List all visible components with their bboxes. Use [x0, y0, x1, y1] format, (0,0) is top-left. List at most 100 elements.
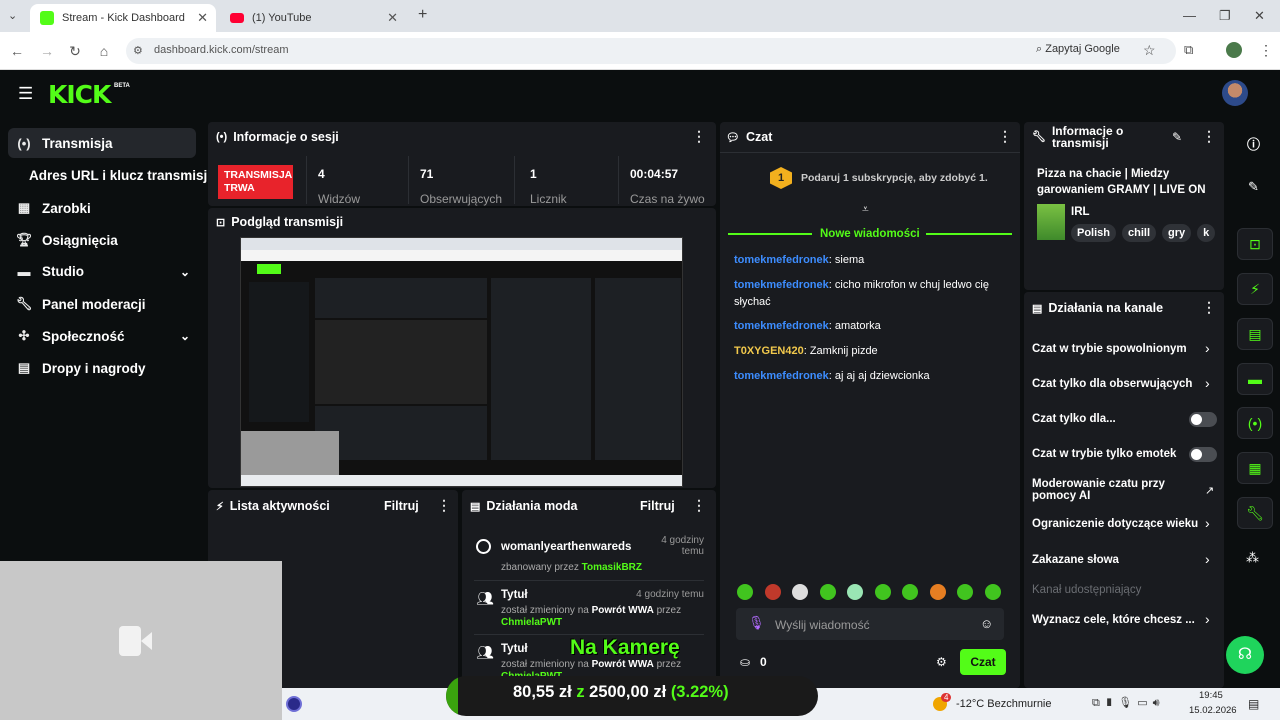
sidebar-item-transmisja[interactable]: (•) Transmisja: [14, 136, 112, 151]
back-icon[interactable]: ←: [8, 42, 26, 60]
followers-only-row[interactable]: Czat tylko dla obserwujących: [1032, 378, 1192, 390]
edit-pencil-icon[interactable]: ✎: [1172, 130, 1182, 144]
pin-collapse-icon[interactable]: ⩡: [862, 202, 869, 217]
session-menu-icon[interactable]: ⋮: [692, 128, 706, 145]
sidebar-item-spolecznosc[interactable]: ✣ Społeczność ⌄: [14, 328, 190, 344]
sub-prompt-text[interactable]: Podaruj 1 subskrypcję, aby zdobyć 1.: [801, 172, 988, 184]
close-tab-icon[interactable]: ✕: [197, 10, 208, 26]
chat-settings-icon[interactable]: ⚙: [936, 655, 947, 669]
hamburger-menu-icon[interactable]: ☰: [18, 84, 33, 104]
stream-preview-video[interactable]: [240, 237, 683, 487]
kick-logo[interactable]: KICK: [48, 80, 111, 109]
chat-username[interactable]: tomekmefedronek: [734, 320, 829, 332]
emote-icon[interactable]: [820, 584, 836, 600]
mod-menu-icon[interactable]: ⋮: [692, 497, 706, 514]
chevron-right-icon[interactable]: ›: [1205, 375, 1210, 391]
emote-icon[interactable]: [902, 584, 918, 600]
activity-filter-button[interactable]: Filtruj: [384, 499, 419, 513]
chevron-right-icon[interactable]: ›: [1205, 551, 1210, 567]
chat-username[interactable]: tomekmefedronek: [734, 370, 829, 382]
taskbar-app-icon[interactable]: [286, 696, 302, 712]
sidebar-item-osiagniecia[interactable]: 🏆︎ Osiągnięcia: [14, 232, 118, 248]
sidebar-item-zarobki[interactable]: ▦ Zarobki: [14, 200, 91, 216]
google-lens-button[interactable]: ⌕ Zapytaj Google: [1036, 43, 1120, 56]
sidebar-item-dropy[interactable]: ▤ Dropy i nagrody: [14, 360, 146, 376]
tag-chip[interactable]: k: [1197, 224, 1216, 242]
rail-chat-button[interactable]: ▬: [1237, 363, 1273, 395]
user-avatar[interactable]: [1222, 80, 1248, 106]
emote-icon[interactable]: [930, 584, 946, 600]
chat-username[interactable]: T0XYGEN420: [734, 345, 804, 357]
site-info-icon[interactable]: ⚙: [133, 44, 143, 57]
external-link-icon[interactable]: ↗: [1205, 484, 1214, 497]
browser-menu-icon[interactable]: ⋮: [1259, 42, 1273, 59]
sidebar-item-panel-moderacji[interactable]: 🔧︎ Panel moderacji: [14, 296, 146, 312]
age-restriction-row[interactable]: Ograniczenie dotyczące wieku: [1032, 518, 1198, 530]
sidebar-item-studio[interactable]: ▬ Studio ⌄: [14, 264, 191, 279]
community-icon[interactable]: ⁂: [1246, 550, 1259, 566]
new-messages-label[interactable]: Nowe wiadomości: [820, 228, 920, 240]
rail-broadcast-button[interactable]: (•): [1237, 407, 1273, 439]
tag-chip[interactable]: chill: [1122, 224, 1157, 242]
mod-row-user[interactable]: TomasikBRZ: [582, 562, 642, 573]
weather-text[interactable]: -12°C Bezchmurnie: [956, 698, 1052, 710]
rail-camera-button[interactable]: ⊡: [1237, 228, 1273, 260]
rail-document-button[interactable]: ▤: [1237, 318, 1273, 350]
support-headset-button[interactable]: ☊: [1226, 636, 1264, 674]
emote-icon[interactable]: [847, 584, 863, 600]
emote-icon[interactable]: [957, 584, 973, 600]
url-text[interactable]: dashboard.kick.com/stream: [154, 44, 289, 56]
chat-menu-icon[interactable]: ⋮: [998, 128, 1012, 145]
emote-only-toggle[interactable]: [1189, 447, 1217, 462]
sidebar-item-url-key[interactable]: Adres URL i klucz transmisji: [29, 168, 211, 183]
tab-list-icon[interactable]: ⌄: [8, 9, 17, 22]
mod-filter-button[interactable]: Filtruj: [640, 499, 675, 513]
category-name[interactable]: IRL: [1071, 206, 1090, 218]
tray-icons[interactable]: ⧉▮🎙︎▭🔊︎: [1092, 696, 1165, 710]
close-window-button[interactable]: ✕: [1254, 8, 1265, 24]
clock-date[interactable]: 15.02.2026: [1189, 705, 1237, 716]
emote-icon[interactable]: [765, 584, 781, 600]
pencil-icon[interactable]: ✎: [1248, 179, 1259, 195]
info-icon[interactable]: ⓘ: [1247, 134, 1260, 153]
emote-icon[interactable]: [875, 584, 891, 600]
new-tab-button[interactable]: +: [418, 6, 427, 24]
maximize-button[interactable]: ❐: [1219, 8, 1231, 24]
rail-layout-button[interactable]: ▦: [1237, 452, 1273, 484]
home-icon[interactable]: ⌂: [95, 42, 113, 60]
rail-wrench-button[interactable]: 🔧︎: [1237, 497, 1273, 529]
emote-icon[interactable]: [737, 584, 753, 600]
bookmark-star-icon[interactable]: ☆: [1143, 42, 1156, 59]
microphone-icon[interactable]: 🎙︎: [748, 615, 765, 631]
slow-mode-row[interactable]: Czat w trybie spowolnionym: [1032, 343, 1187, 355]
channel-actions-menu-icon[interactable]: ⋮: [1202, 299, 1216, 316]
tab-kick-dashboard[interactable]: Stream - Kick Dashboard ✕: [30, 4, 216, 32]
rail-lightning-button[interactable]: ⚡︎: [1237, 273, 1273, 305]
tag-chip[interactable]: Polish: [1071, 224, 1117, 242]
extensions-icon[interactable]: ⧉: [1184, 42, 1193, 58]
mod-row-user[interactable]: ChmielaPWT: [501, 617, 562, 628]
clock-time[interactable]: 19:45: [1199, 690, 1223, 701]
chat-username[interactable]: tomekmefedronek: [734, 279, 829, 291]
notification-center-icon[interactable]: ▤: [1248, 697, 1259, 711]
minimize-button[interactable]: —: [1183, 8, 1196, 23]
emote-icon[interactable]: [792, 584, 808, 600]
tag-chip[interactable]: gry: [1162, 224, 1192, 242]
chevron-right-icon[interactable]: ›: [1205, 515, 1210, 531]
activity-menu-icon[interactable]: ⋮: [437, 497, 451, 514]
points-icon[interactable]: ⛀: [740, 655, 750, 669]
profile-avatar[interactable]: [1226, 42, 1242, 58]
close-tab-icon[interactable]: ✕: [387, 10, 398, 26]
chevron-right-icon[interactable]: ›: [1205, 611, 1210, 627]
chevron-right-icon[interactable]: ›: [1205, 340, 1210, 356]
set-goals-row[interactable]: Wyznacz cele, które chcesz ...: [1032, 614, 1195, 626]
tab-youtube[interactable]: (1) YouTube ✕: [220, 4, 406, 32]
subs-only-toggle[interactable]: [1189, 412, 1217, 427]
chat-username[interactable]: tomekmefedronek: [734, 254, 829, 266]
reload-icon[interactable]: ↻: [66, 42, 84, 60]
category-thumbnail[interactable]: [1037, 204, 1065, 240]
emoji-icon[interactable]: ☺: [980, 616, 993, 631]
emote-icon[interactable]: [985, 584, 1001, 600]
stream-info-menu-icon[interactable]: ⋮: [1202, 128, 1216, 145]
ai-moderation-row[interactable]: Moderowanie czatu przy pomocy AI: [1032, 478, 1182, 502]
